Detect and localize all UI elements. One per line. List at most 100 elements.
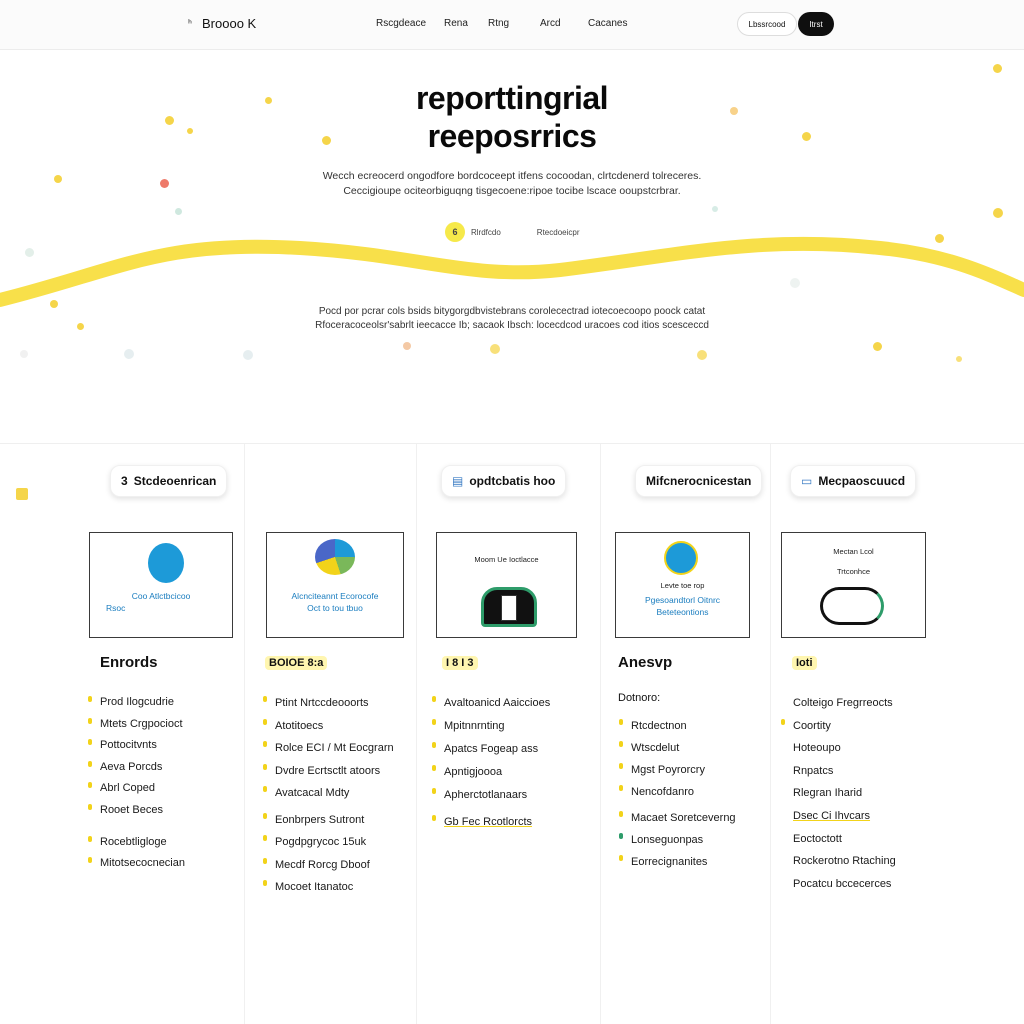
- card-3-line-1: Moom Ue Ioctlacce: [474, 555, 539, 564]
- list-item[interactable]: Lonseguonpas: [619, 829, 736, 851]
- list-item[interactable]: Ptint Nrtccdeooorts: [263, 692, 394, 715]
- confetti-dot: [802, 132, 811, 141]
- list-item[interactable]: Pottocitvnts: [88, 735, 185, 757]
- card-5-line-1: Trtconhce: [836, 567, 871, 576]
- list-item[interactable]: Abrl Coped: [88, 778, 185, 800]
- bullet-icon: [432, 696, 436, 702]
- list-item[interactable]: Prod Ilogcudrie: [88, 692, 185, 714]
- list-item[interactable]: Rtcdectnon: [619, 715, 736, 737]
- bullet-icon: [263, 880, 267, 886]
- list-item[interactable]: Hoteoupo: [793, 737, 896, 760]
- list-item[interactable]: Pocatcu bccecerces: [793, 873, 896, 896]
- window-icon: ▭: [801, 474, 813, 488]
- column-5-badge[interactable]: ▭ Mecpaoscuucd: [790, 465, 917, 497]
- list-item[interactable]: Mtets Crgpocioct: [88, 714, 185, 736]
- hero-lower-line-2: Rfoceracoceolsr'sabrlt ieecacce Ib; saca…: [315, 320, 709, 331]
- device-screen-icon: [501, 595, 517, 621]
- bullet-icon: [88, 803, 92, 810]
- column-separator: [600, 444, 601, 1024]
- nav-link-4[interactable]: Arcd: [540, 18, 561, 29]
- confetti-dot: [993, 64, 1002, 73]
- list-item[interactable]: Mecdf Rorcg Dboof: [263, 854, 394, 877]
- list-item[interactable]: Nencofdanro: [619, 781, 736, 803]
- secondary-button[interactable]: Lbssrcood: [737, 12, 797, 36]
- bullet-icon: [88, 696, 92, 702]
- column-5-card[interactable]: Mectan Lcol Trtconhce: [781, 532, 926, 638]
- column-3-card[interactable]: Moom Ue Ioctlacce: [436, 532, 577, 638]
- bullet-icon: [263, 812, 267, 819]
- confetti-dot: [175, 208, 182, 215]
- list-item[interactable]: Macaet Soretceverng: [619, 807, 736, 829]
- list-item[interactable]: Apherctotlanaars: [432, 784, 550, 807]
- confetti-dot: [16, 488, 28, 500]
- column-3-badge[interactable]: ▤ opdtcbatis hoo: [441, 465, 567, 497]
- list-item[interactable]: Mpitnnrnting: [432, 715, 550, 738]
- list-item[interactable]: Pogdpgrycoc 15uk: [263, 831, 394, 854]
- column-1-card[interactable]: Coo Atlctbcicoo Rsoc: [89, 532, 233, 638]
- device-illustration-icon: [820, 587, 884, 625]
- hero-title-line-1: reporttingrial: [415, 80, 609, 116]
- section-divider: [0, 443, 1024, 444]
- nav-link-2[interactable]: Rena: [444, 18, 468, 29]
- list-item[interactable]: Mocoet Itanatoc: [263, 876, 394, 899]
- list-item[interactable]: Mitotsecocnecian: [88, 853, 185, 875]
- list-item[interactable]: Eorrecignanites: [619, 851, 736, 873]
- column-1-list: Prod Ilogcudrie Mtets Crgpocioct Pottoci…: [88, 692, 185, 875]
- brand[interactable]: ᑋ Broooo K: [188, 16, 256, 31]
- confetti-dot: [790, 278, 800, 288]
- confetti-dot: [873, 342, 882, 351]
- list-item[interactable]: Apatcs Fogeap ass: [432, 738, 550, 761]
- list-item[interactable]: Rockerotno Rtaching: [793, 850, 896, 873]
- column-4-badge-label: Mifcnerocnicestan: [646, 474, 752, 488]
- bullet-icon: [88, 782, 92, 789]
- list-item[interactable]: Eonbrpers Sutront: [263, 809, 394, 832]
- nav-link-1[interactable]: Rscgdeace: [376, 18, 426, 29]
- column-1-badge[interactable]: 3 Stcdeoenrican: [110, 465, 228, 497]
- brand-logo-icon: ᑋ: [188, 16, 192, 31]
- primary-button[interactable]: Itrst: [798, 12, 834, 36]
- nav-link-5[interactable]: Cacanes: [588, 18, 627, 29]
- list-item[interactable]: Gb Fec Rcotlorcts: [432, 811, 550, 834]
- confetti-dot: [165, 116, 174, 125]
- list-item[interactable]: Coortity: [781, 715, 896, 738]
- nav-link-3[interactable]: Rtng: [488, 18, 509, 29]
- list-item[interactable]: Rlegran Iharid: [793, 782, 896, 805]
- list-item[interactable]: Dvdre Ecrtsctlt atoors: [263, 760, 394, 783]
- list-item[interactable]: Rnpatcs: [793, 760, 896, 783]
- column-separator: [416, 444, 417, 1024]
- column-3-heading: I 8 I 3: [442, 656, 478, 670]
- bullet-icon: [432, 719, 436, 725]
- list-item[interactable]: Mgst Poyrorcry: [619, 759, 736, 781]
- list-item[interactable]: Dsec Ci Ihvcars: [793, 805, 896, 828]
- confetti-dot: [322, 136, 331, 145]
- confetti-dot: [54, 175, 62, 183]
- confetti-dot: [160, 179, 169, 188]
- bullet-icon: [263, 741, 267, 747]
- list-item[interactable]: Colteigo Fregrreocts: [793, 692, 896, 715]
- list-item[interactable]: Atotitoecs: [263, 715, 394, 738]
- column-4-badge[interactable]: Mifcnerocnicestan: [635, 465, 763, 497]
- column-5-heading: Ioti: [792, 656, 817, 670]
- card-4-line-1: Pgesoandtorl Oitnrc: [644, 595, 721, 605]
- list-item[interactable]: Aeva Porcds: [88, 757, 185, 779]
- bullet-icon: [619, 811, 623, 817]
- confetti-dot: [25, 248, 34, 257]
- confetti-dot: [730, 107, 738, 115]
- list-item[interactable]: Rolce ECI / Mt Eocgrarn: [263, 737, 394, 760]
- list-item[interactable]: Wtscdelut: [619, 737, 736, 759]
- list-item[interactable]: Rocebtligloge: [88, 832, 185, 854]
- bullet-icon: [88, 835, 92, 842]
- list-item[interactable]: Avaltoanicd Aaiccioes: [432, 692, 550, 715]
- list-item[interactable]: Rooet Beces: [88, 800, 185, 822]
- column-4-card[interactable]: Levte toe rop Pgesoandtorl Oitnrc Betete…: [615, 532, 750, 638]
- column-4-list: Rtcdectnon Wtscdelut Mgst Poyrorcry Nenc…: [619, 715, 736, 873]
- list-item[interactable]: Eoctoctott: [793, 828, 896, 851]
- blue-circle-icon: [148, 543, 184, 583]
- list-item[interactable]: Avatcacal Mdty: [263, 782, 394, 805]
- list-item[interactable]: Apntigjoooa: [432, 761, 550, 784]
- card-5-top-text: Mectan Lcol: [833, 547, 874, 556]
- number-icon: 3: [121, 474, 128, 488]
- confetti-dot: [265, 97, 272, 104]
- column-1-badge-label: Stcdeoenrican: [133, 474, 217, 488]
- column-2-card[interactable]: Alcnciteannt Ecorocofe Oct to tou tbuo: [266, 532, 404, 638]
